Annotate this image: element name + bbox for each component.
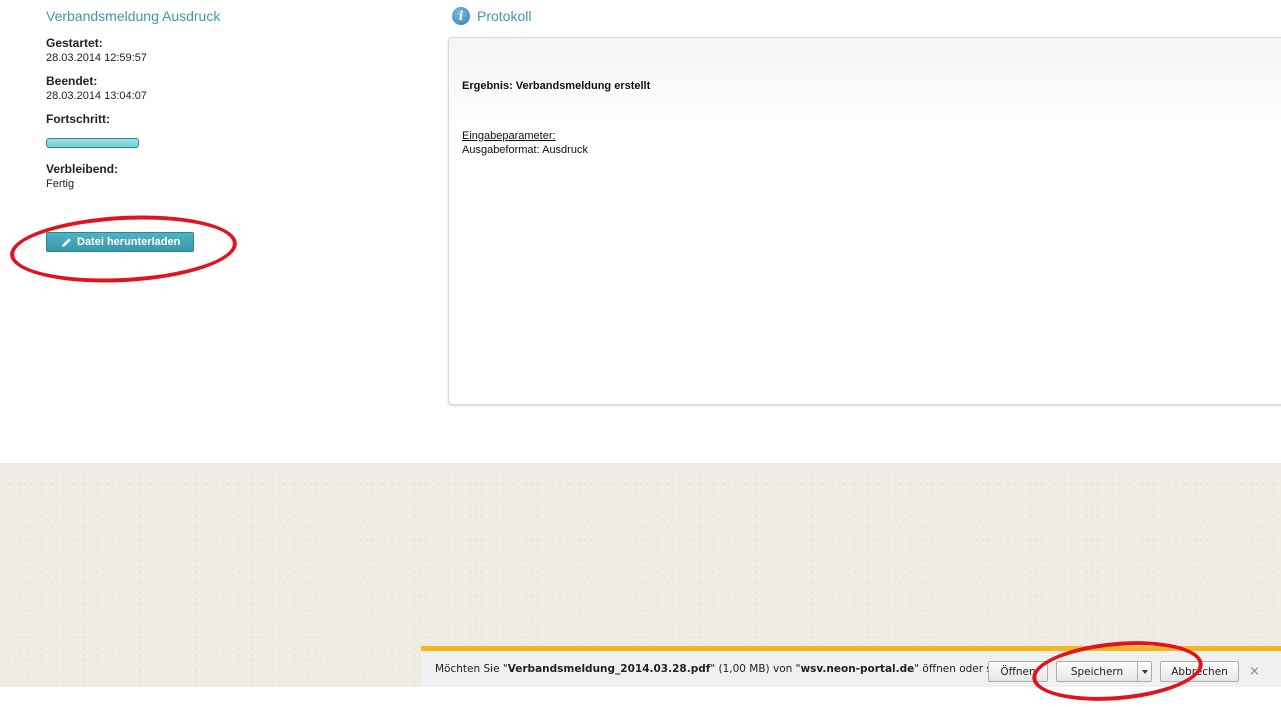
params-value: Ausgabeformat: Ausdruck xyxy=(462,144,588,156)
ended-value: 28.03.2014 13:04:07 xyxy=(46,90,147,102)
remaining-label: Verbleibend: xyxy=(46,162,119,176)
progress-label: Fortschritt: xyxy=(46,112,110,126)
progress-bar xyxy=(46,138,139,148)
chevron-down-icon xyxy=(1141,669,1148,674)
job-panel: Verbandsmeldung Ausdruck Gestartet: 28.0… xyxy=(46,8,306,200)
save-button[interactable]: Speichern xyxy=(1056,661,1138,682)
download-file-button[interactable]: Datei herunterladen xyxy=(46,232,194,252)
download-notification-bar: Möchten Sie "Verbandsmeldung_2014.03.28.… xyxy=(421,646,1281,687)
open-button[interactable]: Öffnen xyxy=(988,661,1048,682)
save-options-button[interactable] xyxy=(1138,661,1152,682)
download-file-label: Datei herunterladen xyxy=(77,236,181,248)
remaining-value: Fertig xyxy=(46,178,75,190)
params-heading: Eingabeparameter: xyxy=(462,130,556,142)
download-filename: Verbandsmeldung_2014.03.28.pdf xyxy=(507,663,711,675)
pencil-icon xyxy=(61,237,71,247)
info-icon: i xyxy=(452,7,470,25)
cancel-button[interactable]: Abbrechen xyxy=(1160,661,1239,682)
started-value: 28.03.2014 12:59:57 xyxy=(46,52,147,64)
started-label: Gestartet: xyxy=(46,36,103,50)
download-message: Möchten Sie "Verbandsmeldung_2014.03.28.… xyxy=(435,663,1044,675)
protocol-box: Ergebnis: Verbandsmeldung erstellt Einga… xyxy=(448,37,1281,405)
protocol-title: Protokoll xyxy=(477,8,532,24)
ended-label: Beendet: xyxy=(46,74,98,88)
job-title: Verbandsmeldung Ausdruck xyxy=(46,8,221,24)
close-icon[interactable]: × xyxy=(1249,664,1260,679)
download-host: wsv.neon-portal.de xyxy=(800,663,915,675)
download-actions: Öffnen Speichern Abbrechen × xyxy=(988,661,1260,682)
protocol-result: Ergebnis: Verbandsmeldung erstellt xyxy=(462,80,651,92)
protocol-header: i Protokoll xyxy=(452,7,531,25)
